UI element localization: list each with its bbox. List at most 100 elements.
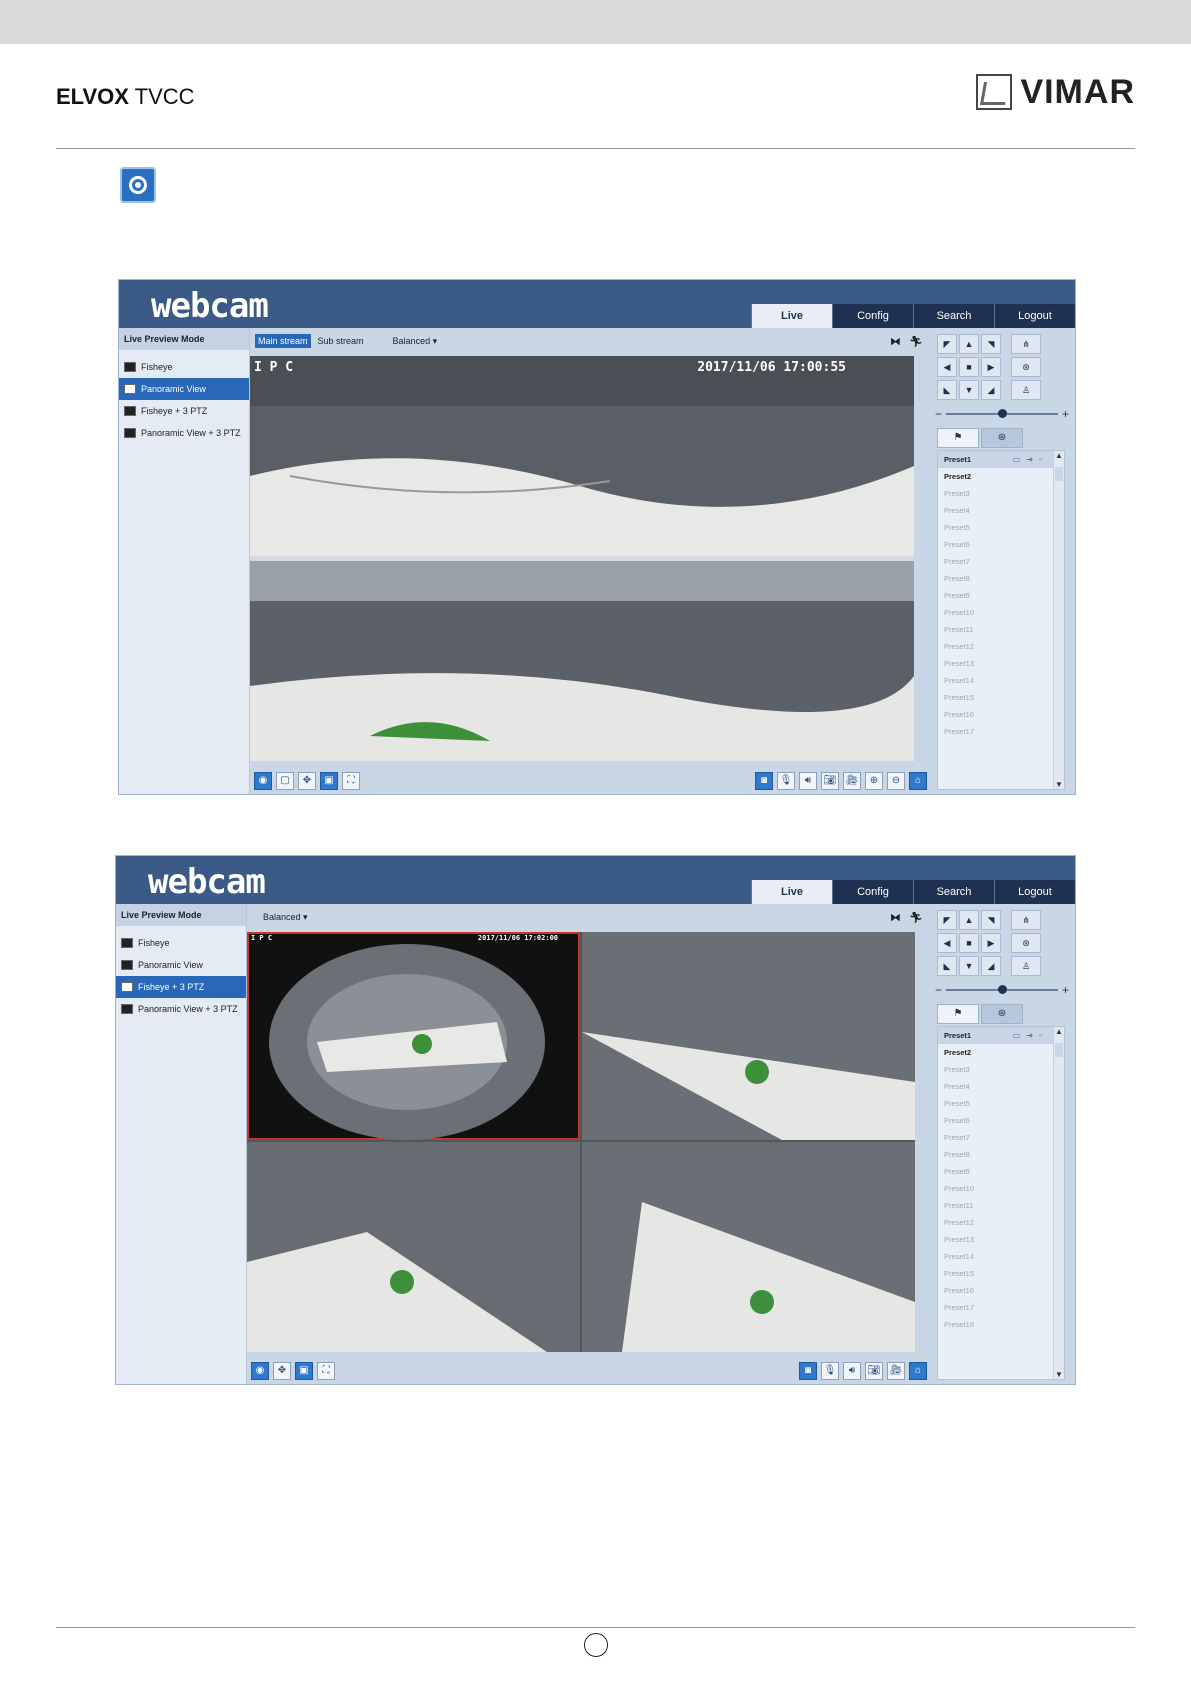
preset-action-icons[interactable]: ▭➔▫ xyxy=(1013,451,1048,468)
preset-item[interactable]: Preset8 xyxy=(938,1146,1064,1163)
video-pane-ptz3[interactable] xyxy=(582,1142,915,1352)
preset-item[interactable]: Preset11 xyxy=(938,1197,1064,1214)
preset-item[interactable]: Preset5 xyxy=(938,519,1064,536)
preset-item[interactable]: Preset4 xyxy=(938,1078,1064,1095)
original-size-icon[interactable]: ▢ xyxy=(276,772,294,790)
ptz-down-right-icon[interactable]: ◢ xyxy=(981,956,1001,976)
fullscreen-icon[interactable]: ⛶ xyxy=(317,1362,335,1380)
preset-item[interactable]: Preset4 xyxy=(938,502,1064,519)
preset-item[interactable]: Preset6 xyxy=(938,1112,1064,1129)
preset-item[interactable]: Preset10 xyxy=(938,604,1064,621)
talk-icon[interactable]: 🎙︎ xyxy=(821,1362,839,1380)
ptz-up-left-icon[interactable]: ◤ xyxy=(937,910,957,930)
ptz-up-icon[interactable]: ▲ xyxy=(959,910,979,930)
fit-window-icon[interactable]: ✥ xyxy=(273,1362,291,1380)
tab-logout[interactable]: Logout xyxy=(994,304,1075,328)
video-pane-ptz1[interactable] xyxy=(582,932,915,1140)
audio-icon[interactable]: 🔊︎ xyxy=(799,772,817,790)
tab-config[interactable]: Config xyxy=(832,880,913,904)
ptz-up-icon[interactable]: ▲ xyxy=(959,334,979,354)
split-screen-icon[interactable]: ▣ xyxy=(320,772,338,790)
person-alarm-icon[interactable]: 🏃︎ xyxy=(909,335,923,348)
talk-icon[interactable]: 🎙︎ xyxy=(777,772,795,790)
preset-item[interactable]: Preset1 ▭➔▫ xyxy=(938,1027,1064,1044)
tab-presets-flag-icon[interactable]: ⚑ xyxy=(937,1004,979,1024)
ptz-right-icon[interactable]: ▶ xyxy=(981,933,1001,953)
tab-search[interactable]: Search xyxy=(913,880,994,904)
motion-alarm-icon[interactable]: ⧓ xyxy=(890,911,901,924)
tab-cruise-icon[interactable]: ⊛ xyxy=(981,1004,1023,1024)
tab-logout[interactable]: Logout xyxy=(994,880,1075,904)
ptz-focus-icon[interactable]: ⊛ xyxy=(1011,933,1041,953)
fisheye-view-icon[interactable]: ◉ xyxy=(251,1362,269,1380)
preset-item[interactable]: Preset14 xyxy=(938,672,1064,689)
tab-presets-flag-icon[interactable]: ⚑ xyxy=(937,428,979,448)
audio-icon[interactable]: 🔊︎ xyxy=(843,1362,861,1380)
ptz-down-right-icon[interactable]: ◢ xyxy=(981,380,1001,400)
preset-item[interactable]: Preset7 xyxy=(938,1129,1064,1146)
preset-item[interactable]: Preset15 xyxy=(938,1265,1064,1282)
sidebar-item-panoramic-3ptz[interactable]: Panoramic View + 3 PTZ xyxy=(119,422,249,444)
preset-item[interactable]: Preset12 xyxy=(938,638,1064,655)
preset-action-icons[interactable]: ▭➔▫ xyxy=(1013,1027,1048,1044)
slider-minus-icon[interactable]: − xyxy=(935,407,942,421)
ptz-stop-icon[interactable]: ■ xyxy=(959,933,979,953)
preset-item[interactable]: Preset6 xyxy=(938,536,1064,553)
fit-window-icon[interactable]: ✥ xyxy=(298,772,316,790)
preset-item[interactable]: Preset10 xyxy=(938,1180,1064,1197)
fisheye-view-icon[interactable]: ◉ xyxy=(254,772,272,790)
preset-item[interactable]: Preset16 xyxy=(938,706,1064,723)
ptz-focus-icon[interactable]: ⊛ xyxy=(1011,357,1041,377)
slider-minus-icon[interactable]: − xyxy=(935,983,942,997)
slider-plus-icon[interactable]: + xyxy=(1062,407,1069,421)
sidebar-item-fisheye-3ptz[interactable]: Fisheye + 3 PTZ xyxy=(119,400,249,422)
zoom-out-icon[interactable]: ⊖ xyxy=(887,772,905,790)
preset-item[interactable]: Preset2 xyxy=(938,468,1064,485)
stop-preview-icon[interactable]: ◙ xyxy=(799,1362,817,1380)
preset-item[interactable]: Preset11 xyxy=(938,621,1064,638)
preset-item[interactable]: Preset16 xyxy=(938,1282,1064,1299)
sidebar-item-fisheye[interactable]: Fisheye xyxy=(116,932,246,954)
fullscreen-icon[interactable]: ⛶ xyxy=(342,772,360,790)
preset-item[interactable]: Preset14 xyxy=(938,1248,1064,1265)
ptz-up-right-icon[interactable]: ◥ xyxy=(981,910,1001,930)
slider-knob[interactable] xyxy=(997,985,1007,994)
ptz-stop-icon[interactable]: ■ xyxy=(959,357,979,377)
ptz-down-left-icon[interactable]: ◣ xyxy=(937,956,957,976)
quality-select[interactable]: Balanced ▾ xyxy=(393,336,438,347)
ptz-toggle-icon[interactable]: ⌂ xyxy=(909,1362,927,1380)
live-video-quad[interactable]: I P C 2017/11/06 17:02:00 xyxy=(247,932,915,1352)
ptz-up-left-icon[interactable]: ◤ xyxy=(937,334,957,354)
quality-select[interactable]: Balanced ▾ xyxy=(260,910,311,925)
ptz-left-icon[interactable]: ◀ xyxy=(937,357,957,377)
main-stream-button[interactable]: Main stream xyxy=(255,334,311,348)
ptz-right-icon[interactable]: ▶ xyxy=(981,357,1001,377)
ptz-speed-slider[interactable]: − + xyxy=(935,407,1069,421)
sub-stream-button[interactable]: Sub stream xyxy=(315,334,367,348)
preset-item[interactable]: Preset17 xyxy=(938,1299,1064,1316)
preset-item[interactable]: Preset8 xyxy=(938,570,1064,587)
ptz-up-right-icon[interactable]: ◥ xyxy=(981,334,1001,354)
ptz-zoom-icon[interactable]: ♙ xyxy=(1011,956,1041,976)
sidebar-item-fisheye[interactable]: Fisheye xyxy=(119,356,249,378)
ptz-iris-icon[interactable]: ⋔ xyxy=(1011,910,1041,930)
preset-item[interactable]: Preset13 xyxy=(938,1231,1064,1248)
snapshot-icon[interactable]: 📷︎ xyxy=(865,1362,883,1380)
preset-scrollbar[interactable]: ▲ ▼ xyxy=(1053,451,1064,789)
tab-search[interactable]: Search xyxy=(913,304,994,328)
slider-knob[interactable] xyxy=(997,409,1007,418)
record-icon[interactable]: 🎥︎ xyxy=(843,772,861,790)
sidebar-item-panoramic-view[interactable]: Panoramic View xyxy=(119,378,249,400)
ptz-down-left-icon[interactable]: ◣ xyxy=(937,380,957,400)
snapshot-icon[interactable]: 📷︎ xyxy=(821,772,839,790)
preset-item[interactable]: Preset3 xyxy=(938,485,1064,502)
preset-item[interactable]: Preset1 ▭➔▫ xyxy=(938,451,1064,468)
person-alarm-icon[interactable]: 🏃︎ xyxy=(909,911,923,924)
split-screen-icon[interactable]: ▣ xyxy=(295,1362,313,1380)
preset-item[interactable]: Preset9 xyxy=(938,587,1064,604)
ptz-iris-icon[interactable]: ⋔ xyxy=(1011,334,1041,354)
preset-item[interactable]: Preset13 xyxy=(938,655,1064,672)
sidebar-item-panoramic-view[interactable]: Panoramic View xyxy=(116,954,246,976)
tab-config[interactable]: Config xyxy=(832,304,913,328)
ptz-speed-slider[interactable]: − + xyxy=(935,983,1069,997)
